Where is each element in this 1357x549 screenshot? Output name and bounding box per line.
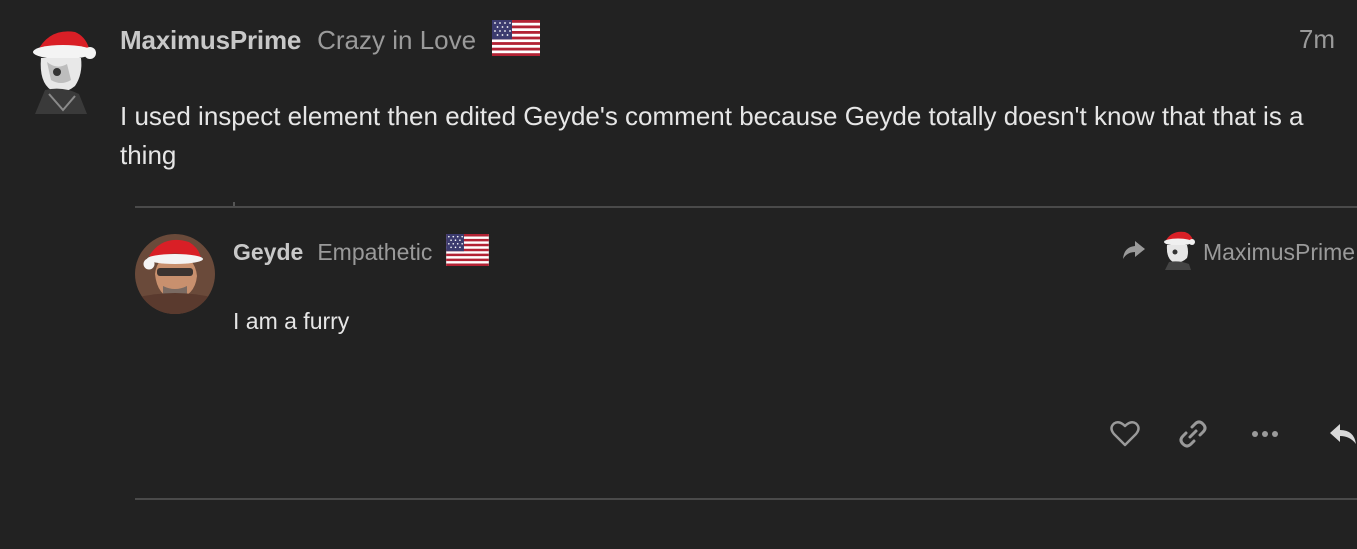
- divider-tick: [233, 202, 235, 206]
- post-actions: [1109, 418, 1357, 450]
- avatar[interactable]: [27, 24, 99, 116]
- reply-arrow-icon[interactable]: [1327, 418, 1357, 450]
- post: MaximusPrime Crazy in Love 7m I used ins…: [0, 0, 1357, 549]
- us-flag-icon: [492, 19, 541, 61]
- reply-header: Geyde Empathetic: [233, 233, 490, 271]
- post-timestamp[interactable]: 7m: [1299, 24, 1335, 55]
- quoted-reply: Geyde Empathetic MaximusPrime I am a fur…: [135, 202, 1357, 500]
- reply-body: I am a furry: [233, 308, 350, 334]
- reply-to-avatar: [1161, 230, 1195, 275]
- user-title: Crazy in Love: [317, 24, 477, 55]
- reply-to-indicator[interactable]: MaximusPrime: [1121, 230, 1356, 275]
- post-body: I used inspect element then edited Geyde…: [120, 101, 1304, 170]
- heart-icon[interactable]: [1109, 418, 1141, 450]
- reply-user-title: Empathetic: [317, 238, 433, 265]
- reply-author[interactable]: Geyde: [233, 239, 303, 266]
- us-flag-icon: [446, 233, 490, 271]
- share-arrow-icon: [1121, 239, 1147, 266]
- post-author[interactable]: MaximusPrime: [120, 25, 301, 56]
- link-icon[interactable]: [1177, 418, 1209, 450]
- ellipsis-icon[interactable]: [1249, 418, 1281, 450]
- reply-to-name: MaximusPrime: [1203, 238, 1356, 265]
- post-header: MaximusPrime Crazy in Love: [120, 19, 541, 61]
- reply-avatar[interactable]: [135, 234, 215, 314]
